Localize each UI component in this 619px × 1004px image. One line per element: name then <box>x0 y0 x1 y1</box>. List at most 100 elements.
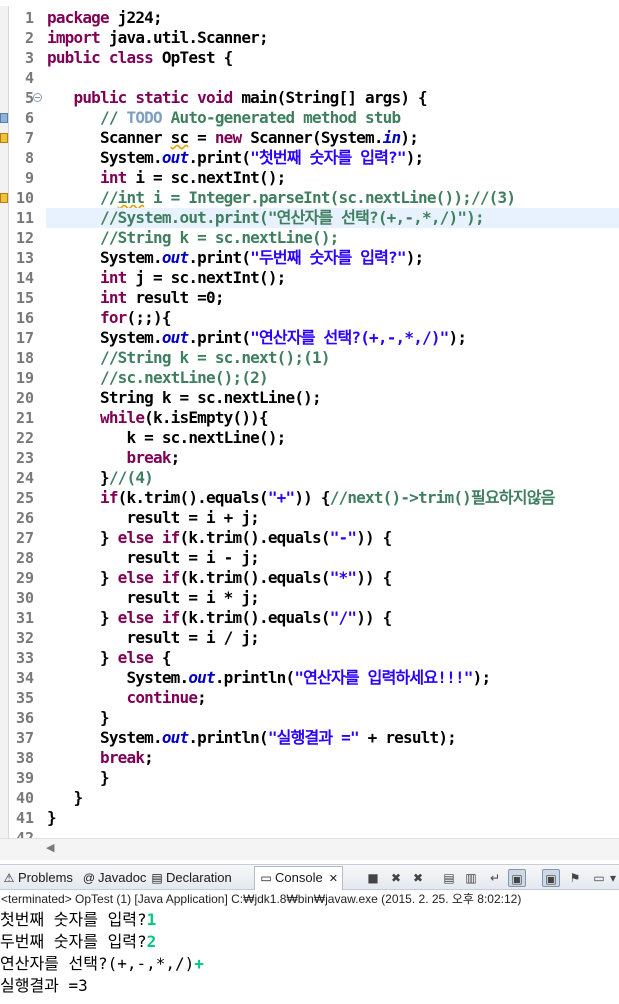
code-line[interactable]: } else if(k.trim().equals("*")) { <box>47 568 392 588</box>
code-token: OpTest { <box>161 48 233 67</box>
code-line[interactable]: break; <box>47 448 180 468</box>
code-line[interactable]: System.out.print("두번째 숫자를 입력?"); <box>47 248 424 268</box>
code-line[interactable]: System.out.print("첫번째 숫자를 입력?"); <box>47 148 424 168</box>
line-number: 27 <box>15 529 34 547</box>
code-line[interactable]: //System.out.print("연산자를 선택?(+,-,*,/)"); <box>47 208 485 228</box>
code-line[interactable]: int result =0; <box>47 288 225 308</box>
warning-marker-icon[interactable] <box>0 133 8 143</box>
code-token: out <box>161 728 189 747</box>
console-output[interactable]: 첫번째 숫자를 입력?1 두번째 숫자를 입력?2 연산자를 선택?(+,-,*,/… <box>0 909 619 1004</box>
code-token: } <box>47 708 110 727</box>
line-number: 18 <box>15 349 34 367</box>
code-line[interactable]: } <box>47 808 57 828</box>
code-line[interactable]: result = i / j; <box>47 628 259 648</box>
code-line[interactable]: //String k = sc.next();(1) <box>47 348 330 368</box>
code-line[interactable]: int i = sc.nextInt(); <box>47 168 286 188</box>
code-line[interactable]: result = i + j; <box>47 508 259 528</box>
tab-declaration[interactable]: ▤ Declaration <box>150 867 231 889</box>
remove-all-terminated-icon[interactable]: ✖ <box>409 869 427 887</box>
code-line[interactable]: result = i * j; <box>47 588 259 608</box>
code-token: //next()->trim()필요하지않음 <box>329 488 556 507</box>
code-token: int <box>47 268 136 287</box>
code-line[interactable]: } <box>47 708 110 728</box>
code-line[interactable]: } <box>47 768 110 788</box>
code-token: )) { <box>356 608 392 627</box>
code-line[interactable]: } else if(k.trim().equals("/")) { <box>47 608 392 628</box>
line-number: 4 <box>24 69 34 87</box>
code-line[interactable]: public class OpTest { <box>47 48 233 68</box>
code-line[interactable]: //sc.nextLine();(2) <box>47 368 269 388</box>
code-token: //String k = sc.nextLine(); <box>47 228 339 247</box>
code-line[interactable]: } <box>47 788 83 808</box>
line-number: 17 <box>15 329 34 347</box>
code-token: } <box>47 768 110 787</box>
code-line[interactable]: String k = sc.nextLine(); <box>47 388 322 408</box>
task-marker-icon[interactable] <box>0 113 8 123</box>
code-line[interactable]: } else if(k.trim().equals("-")) { <box>47 528 392 548</box>
code-line[interactable]: break; <box>47 748 154 768</box>
line-number: 34 <box>15 669 34 687</box>
code-token: System. <box>47 248 163 267</box>
scroll-left-icon[interactable]: ◀ <box>46 841 54 854</box>
code-line[interactable]: // TODO Auto-generated method stub <box>47 108 401 128</box>
line-number: 40 <box>15 789 34 807</box>
code-token: { <box>153 648 172 667</box>
horizontal-scrollbar[interactable]: ◀ <box>0 838 619 860</box>
tab-problems[interactable]: ⚠ Problems <box>2 867 73 889</box>
code-token: System. <box>47 148 163 167</box>
problems-icon: ⚠ <box>3 871 15 885</box>
code-token: out <box>161 148 189 167</box>
code-line[interactable]: int j = sc.nextInt(); <box>47 268 286 288</box>
code-line[interactable]: if(k.trim().equals("+")) {//next()->trim… <box>47 488 555 508</box>
clear-console-icon[interactable]: ▤ <box>440 869 458 887</box>
code-line[interactable]: public static void main(String[] args) { <box>47 88 427 108</box>
code-token: in <box>382 128 401 147</box>
line-number: 13 <box>15 249 34 267</box>
word-wrap-icon[interactable]: ↵ <box>486 869 504 887</box>
code-line[interactable]: import java.util.Scanner; <box>47 28 269 48</box>
code-token: new <box>214 128 251 147</box>
code-editor[interactable]: 1 package j224; 2 import java.util.Scanner;… <box>0 0 619 838</box>
code-token: break <box>47 448 171 467</box>
code-line[interactable]: k = sc.nextLine(); <box>47 428 286 448</box>
warning-marker-icon[interactable] <box>0 193 8 203</box>
annotation-ruler[interactable] <box>0 6 9 838</box>
terminate-icon[interactable]: ■ <box>364 869 382 887</box>
code-line[interactable]: System.out.println("연산자를 입력하세요!!!"); <box>47 668 491 688</box>
code-token: "/" <box>329 608 357 627</box>
code-token: else if <box>117 528 181 547</box>
code-line[interactable]: System.out.println("실행결과 =" + result); <box>47 728 457 748</box>
remove-launch-icon[interactable]: ✖ <box>387 869 405 887</box>
code-token: import <box>47 28 109 47</box>
code-line[interactable]: }//(4) <box>47 468 154 488</box>
code-line[interactable]: //int i = Integer.parseInt(sc.nextLine()… <box>47 188 516 208</box>
code-line[interactable]: //String k = sc.nextLine(); <box>47 228 339 248</box>
code-token: TODO <box>126 108 163 127</box>
code-token: .println( <box>188 728 268 747</box>
code-token: ; <box>144 748 154 767</box>
show-on-stdout-icon[interactable]: ▣ <box>508 869 526 887</box>
tab-javadoc[interactable]: @ Javadoc <box>82 867 147 889</box>
code-line[interactable]: result = i - j; <box>47 548 259 568</box>
code-line[interactable]: continue; <box>47 688 206 708</box>
pin-console-icon[interactable]: ⚑ <box>566 869 584 887</box>
code-line[interactable]: Scanner sc = new Scanner(System.in); <box>47 128 419 148</box>
close-tab-icon[interactable]: ✕ <box>329 873 338 885</box>
code-line[interactable]: package j224; <box>47 8 163 28</box>
code-line[interactable]: System.out.print("연산자를 선택?(+,-,*,/)"); <box>47 328 467 348</box>
console-menu-icon[interactable]: ▾ <box>604 869 619 887</box>
line-number: 37 <box>15 729 34 747</box>
code-line[interactable]: } else { <box>47 648 171 668</box>
code-token: .print( <box>188 148 251 167</box>
tab-console[interactable]: ▭ Console ✕ <box>254 866 343 890</box>
code-token: result = i * j; <box>47 588 259 607</box>
show-on-stderr-icon[interactable]: ▣ <box>542 869 560 887</box>
code-line[interactable]: while(k.isEmpty()){ <box>47 408 269 428</box>
fold-collapse-icon[interactable]: − <box>33 93 42 102</box>
code-line[interactable]: for(;;){ <box>47 308 171 328</box>
console-prompt-text: 실행결과 =3 <box>0 976 88 995</box>
scroll-lock-icon[interactable]: ▥ <box>462 869 480 887</box>
code-token: .println( <box>214 668 295 687</box>
code-token: sc <box>170 128 189 147</box>
views-tab-bar: ⚠ Problems @ Javadoc ▤ Declaration ▭ Console ✕ ■ ✖… <box>0 864 619 890</box>
